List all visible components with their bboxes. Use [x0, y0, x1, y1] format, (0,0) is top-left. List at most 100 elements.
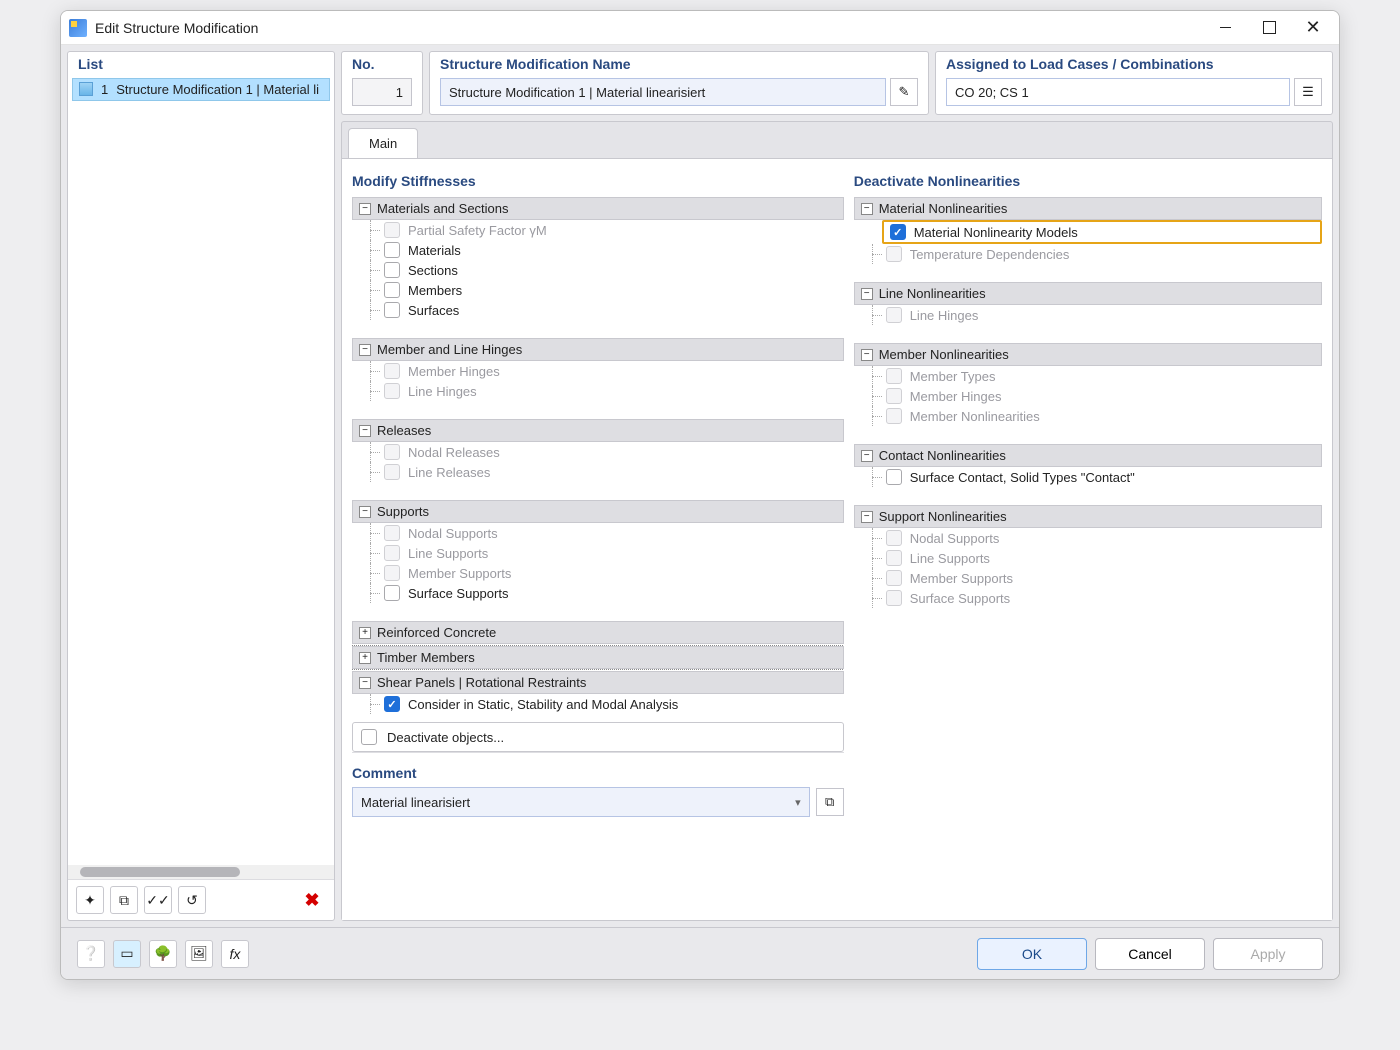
- dialog-footer: ❔ ▭ 🌳 🖼 fx OK Cancel Apply: [61, 927, 1339, 979]
- list-toolbar: ✦ ⧉ ✓✓ ↺ ✖: [68, 879, 334, 920]
- checkbox[interactable]: [384, 242, 400, 258]
- scrollbar-thumb[interactable]: [80, 867, 240, 877]
- collapse-icon[interactable]: −: [861, 349, 873, 361]
- field-name-input[interactable]: Structure Modification 1 | Material line…: [440, 78, 886, 106]
- checkbox[interactable]: [384, 262, 400, 278]
- group-support-nonlin[interactable]: −Support Nonlinearities: [854, 505, 1322, 528]
- field-no-input[interactable]: 1: [352, 78, 412, 106]
- item-surface-contact[interactable]: Surface Contact, Solid Types "Contact": [854, 467, 1322, 487]
- collapse-icon[interactable]: −: [861, 450, 873, 462]
- item-member-supports-2: Member Supports: [854, 568, 1322, 588]
- item-members[interactable]: Members: [352, 280, 844, 300]
- item-materials[interactable]: Materials: [352, 240, 844, 260]
- checkbox[interactable]: [886, 469, 902, 485]
- item-surfaces[interactable]: Surfaces: [352, 300, 844, 320]
- group-contact-nonlin[interactable]: −Contact Nonlinearities: [854, 444, 1322, 467]
- checkbox[interactable]: [384, 282, 400, 298]
- minimize-button[interactable]: [1203, 13, 1247, 43]
- item-member-hinges-2: Member Hinges: [854, 386, 1322, 406]
- group-line-nonlin[interactable]: −Line Nonlinearities: [854, 282, 1322, 305]
- tab-main[interactable]: Main: [348, 128, 418, 158]
- checkbox: [886, 408, 902, 424]
- collapse-icon[interactable]: −: [359, 506, 371, 518]
- tree-button[interactable]: 🌳: [149, 940, 177, 968]
- collapse-icon[interactable]: −: [359, 203, 371, 215]
- group-reinforced-concrete[interactable]: +Reinforced Concrete: [352, 621, 844, 644]
- fx-button[interactable]: fx: [221, 940, 249, 968]
- group-member-line-hinges[interactable]: −Member and Line Hinges: [352, 338, 844, 361]
- checkbox: [384, 222, 400, 238]
- field-name: Structure Modification Name Structure Mo…: [429, 51, 929, 115]
- maximize-button[interactable]: [1247, 13, 1291, 43]
- item-line-releases: Line Releases: [352, 462, 844, 482]
- checkbox: [886, 307, 902, 323]
- list-item-index: 1: [101, 82, 108, 97]
- item-surface-supports[interactable]: Surface Supports: [352, 583, 844, 603]
- check-all-button[interactable]: ✓✓: [144, 886, 172, 914]
- checkbox-checked[interactable]: [384, 696, 400, 712]
- field-assigned-input[interactable]: CO 20; CS 1: [946, 78, 1290, 106]
- checkbox[interactable]: [361, 729, 377, 745]
- group-timber-members[interactable]: +Timber Members: [352, 646, 844, 669]
- field-assigned-label: Assigned to Load Cases / Combinations: [946, 56, 1322, 72]
- checkbox: [384, 565, 400, 581]
- expand-icon[interactable]: +: [359, 652, 371, 664]
- apply-button[interactable]: Apply: [1213, 938, 1323, 970]
- list-horizontal-scrollbar[interactable]: [68, 865, 334, 879]
- checkbox: [886, 368, 902, 384]
- group-materials-sections[interactable]: −Materials and Sections: [352, 197, 844, 220]
- assigned-browse-button[interactable]: ☰: [1294, 78, 1322, 106]
- collapse-icon[interactable]: −: [861, 203, 873, 215]
- copy-button[interactable]: ⧉: [110, 886, 138, 914]
- list-item-label: Structure Modification 1 | Material li: [116, 82, 319, 97]
- item-sections[interactable]: Sections: [352, 260, 844, 280]
- deactivate-objects-row[interactable]: Deactivate objects...: [352, 722, 844, 752]
- comment-combobox[interactable]: Material linearisiert ▾: [352, 787, 810, 817]
- edit-name-button[interactable]: ✎: [890, 78, 918, 106]
- list-area[interactable]: 1 Structure Modification 1 | Material li: [68, 78, 334, 865]
- item-nodal-supports-2: Nodal Supports: [854, 528, 1322, 548]
- collapse-icon[interactable]: −: [861, 288, 873, 300]
- checkbox: [886, 530, 902, 546]
- item-line-supports: Line Supports: [352, 543, 844, 563]
- checkbox[interactable]: [384, 585, 400, 601]
- checkbox: [886, 246, 902, 262]
- view-button[interactable]: ▭: [113, 940, 141, 968]
- group-material-nonlin[interactable]: −Material Nonlinearities: [854, 197, 1322, 220]
- comment-copy-button[interactable]: ⧉: [816, 788, 844, 816]
- modify-stiffnesses-column: Modify Stiffnesses −Materials and Sectio…: [352, 169, 844, 910]
- group-shear-panels[interactable]: −Shear Panels | Rotational Restraints: [352, 671, 844, 694]
- checkbox: [886, 388, 902, 404]
- deactivate-objects-label: Deactivate objects...: [387, 730, 504, 745]
- group-supports[interactable]: −Supports: [352, 500, 844, 523]
- cancel-button[interactable]: Cancel: [1095, 938, 1205, 970]
- checkbox[interactable]: [384, 302, 400, 318]
- new-button[interactable]: ✦: [76, 886, 104, 914]
- delete-button[interactable]: ✖: [298, 886, 326, 914]
- item-material-nonlin-models-highlighted[interactable]: Material Nonlinearity Models: [882, 220, 1322, 244]
- ok-button[interactable]: OK: [977, 938, 1087, 970]
- graphic-button[interactable]: 🖼: [185, 940, 213, 968]
- group-releases[interactable]: −Releases: [352, 419, 844, 442]
- item-line-hinges-2: Line Hinges: [854, 305, 1322, 325]
- help-button[interactable]: ❔: [77, 940, 105, 968]
- collapse-icon[interactable]: −: [359, 344, 371, 356]
- item-consider-analysis[interactable]: Consider in Static, Stability and Modal …: [352, 694, 844, 714]
- close-button[interactable]: ✕: [1291, 13, 1335, 43]
- deactivate-nonlinearities-column: Deactivate Nonlinearities −Material Nonl…: [854, 169, 1322, 910]
- checkbox-checked[interactable]: [890, 224, 906, 240]
- checkbox: [886, 550, 902, 566]
- collapse-icon[interactable]: −: [359, 677, 371, 689]
- expand-icon[interactable]: +: [359, 627, 371, 639]
- list-item[interactable]: 1 Structure Modification 1 | Material li: [72, 78, 330, 101]
- collapse-icon[interactable]: −: [861, 511, 873, 523]
- item-member-nonlin-2: Member Nonlinearities: [854, 406, 1322, 426]
- group-member-nonlin[interactable]: −Member Nonlinearities: [854, 343, 1322, 366]
- field-no-label: No.: [352, 56, 412, 72]
- list-panel: List 1 Structure Modification 1 | Materi…: [67, 51, 335, 921]
- checkbox: [886, 590, 902, 606]
- list-item-icon: [79, 82, 93, 96]
- uncheck-all-button[interactable]: ↺: [178, 886, 206, 914]
- collapse-icon[interactable]: −: [359, 425, 371, 437]
- modify-stiffnesses-title: Modify Stiffnesses: [352, 169, 844, 195]
